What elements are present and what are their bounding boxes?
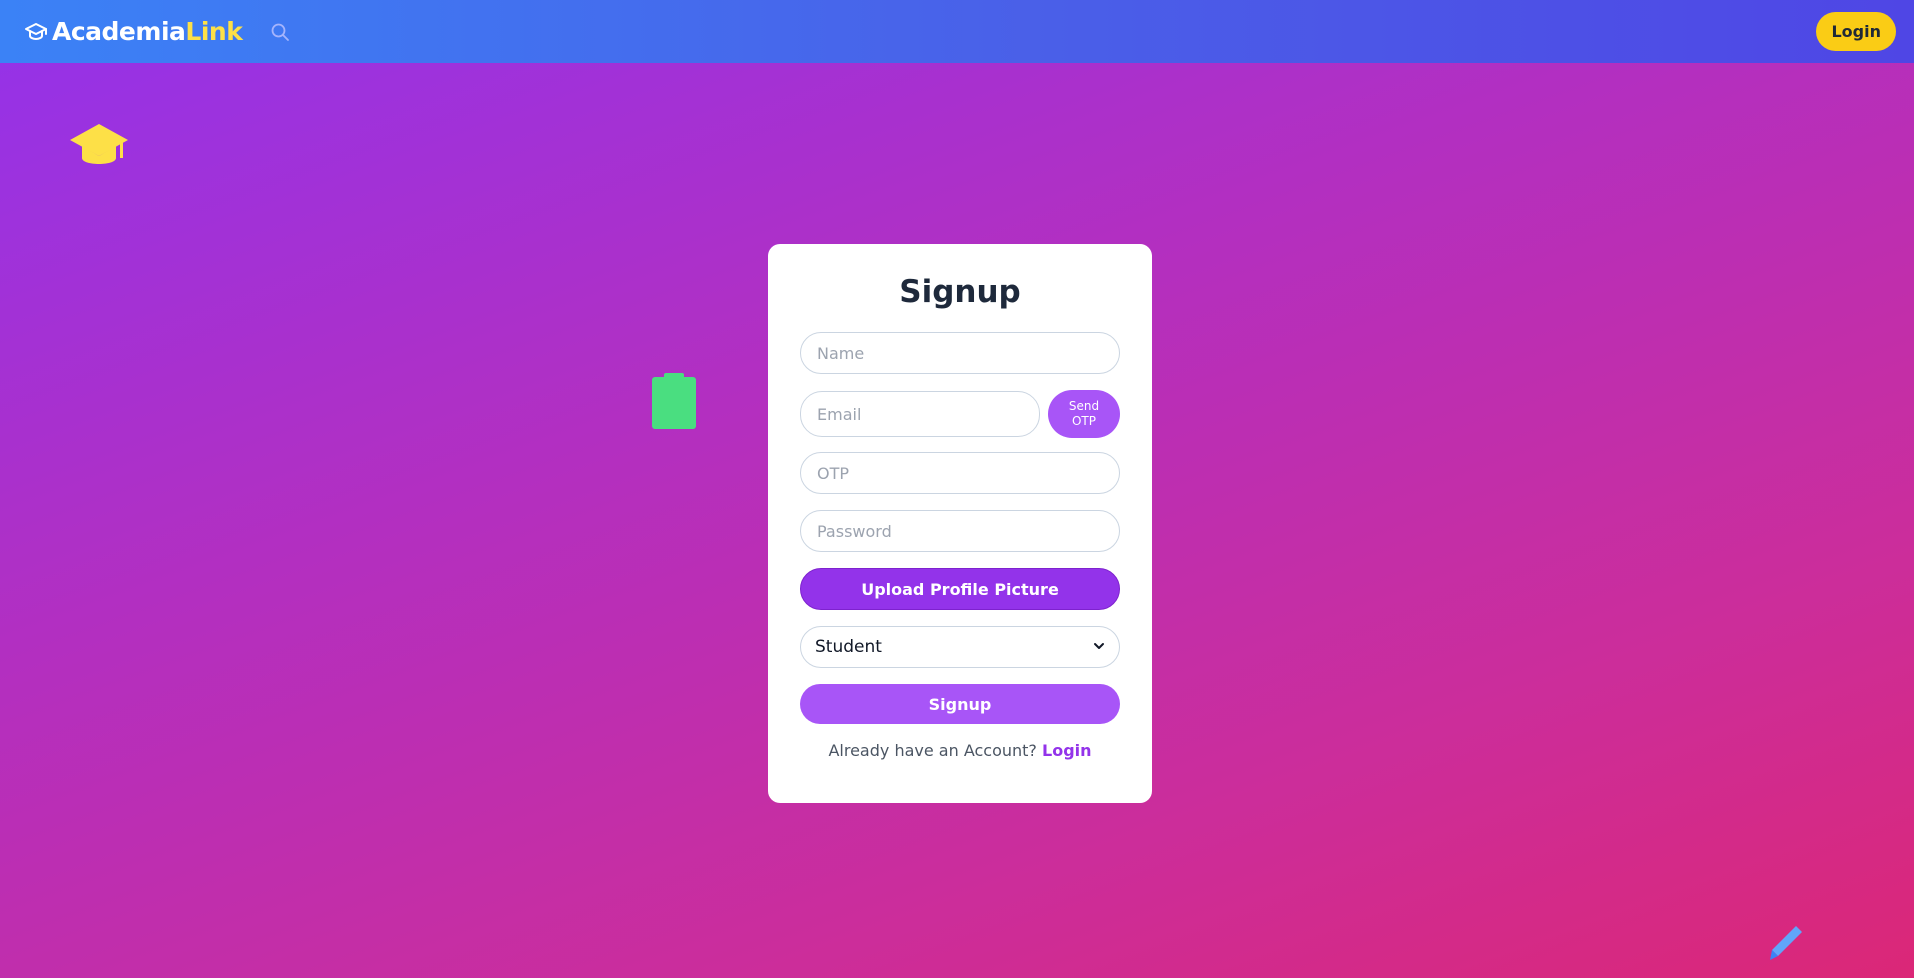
send-otp-button[interactable]: Send OTP (1048, 390, 1120, 438)
search-icon[interactable] (270, 22, 290, 42)
brand-name: Academia (52, 17, 186, 46)
graduation-cap-icon (24, 20, 48, 44)
login-link[interactable]: Login (1042, 741, 1092, 760)
role-select-value: Student (815, 637, 882, 657)
email-field[interactable] (800, 391, 1040, 437)
login-prompt: Already have an Account? Login (800, 741, 1120, 760)
page-title: Signup (899, 274, 1021, 310)
upload-profile-picture-button[interactable]: Upload Profile Picture (800, 568, 1120, 610)
brand-logo[interactable]: Academia Link (24, 17, 243, 46)
brand-name-accent: Link (185, 17, 243, 46)
navbar: Academia Link Login (0, 0, 1914, 63)
role-select[interactable]: Student (800, 626, 1120, 668)
chevron-down-icon (1093, 637, 1105, 657)
name-field[interactable] (800, 332, 1120, 374)
email-row: Send OTP (800, 390, 1120, 438)
graduation-cap-icon (70, 124, 128, 176)
password-field[interactable] (800, 510, 1120, 552)
login-prompt-text: Already have an Account? (828, 741, 1037, 760)
clipboard-icon (652, 373, 696, 433)
signup-card: Signup Send OTP Upload Profile Picture S… (768, 244, 1152, 803)
pen-icon (1768, 924, 1804, 966)
otp-field[interactable] (800, 452, 1120, 494)
signup-submit-button[interactable]: Signup (800, 684, 1120, 724)
nav-login-button[interactable]: Login (1816, 12, 1896, 51)
